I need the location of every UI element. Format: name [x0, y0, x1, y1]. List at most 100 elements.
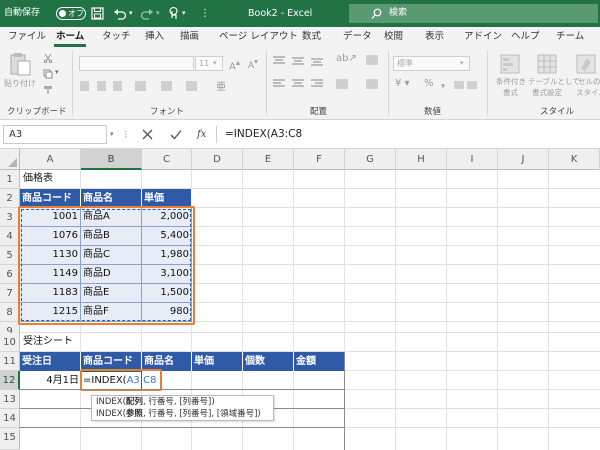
- tab-addins[interactable]: アドイン: [464, 27, 502, 47]
- comma-icon[interactable]: ❟: [441, 78, 445, 89]
- row-header-13[interactable]: 13: [0, 390, 20, 409]
- fill-color-icon[interactable]: [161, 81, 172, 91]
- row-header-12[interactable]: 12: [0, 371, 20, 390]
- cell-styles-icon[interactable]: [576, 54, 596, 74]
- row-header-1[interactable]: 1: [0, 170, 20, 189]
- indent-icon[interactable]: [336, 79, 348, 89]
- tab-formulas[interactable]: 数式: [302, 27, 321, 47]
- column-header-f[interactable]: F: [294, 149, 345, 170]
- tab-view[interactable]: 表示: [425, 27, 444, 47]
- ribbon-separator: [72, 51, 73, 115]
- tab-page-layout[interactable]: ページ レイアウト: [219, 27, 298, 47]
- format-as-table-icon[interactable]: [537, 54, 557, 74]
- touch-dropdown-icon[interactable]: ▾: [182, 0, 186, 27]
- column-header-c[interactable]: C: [142, 149, 192, 170]
- font-color-icon[interactable]: [186, 81, 197, 91]
- order-date-cell[interactable]: 4月1日: [20, 371, 81, 390]
- formula-highlight: [80, 369, 162, 391]
- row-header-3[interactable]: 3: [0, 208, 20, 227]
- order-header-qty[interactable]: 個数: [243, 352, 294, 371]
- worksheet-grid[interactable]: A B C D E F G H I J K 1 2 3 4 5 6 7 8 9 …: [0, 149, 600, 450]
- tab-file[interactable]: ファイル: [8, 27, 46, 47]
- column-header-h[interactable]: H: [396, 149, 447, 170]
- name-box[interactable]: A3: [3, 125, 107, 144]
- copy-dropdown-icon[interactable]: ▾: [55, 68, 59, 76]
- row-header-5[interactable]: 5: [0, 246, 20, 265]
- underline-icon[interactable]: [113, 81, 122, 91]
- order-header-price[interactable]: 単価: [192, 352, 243, 371]
- save-icon[interactable]: [91, 7, 104, 20]
- row-header-11[interactable]: 11: [0, 352, 20, 371]
- number-format-combo[interactable]: 標準 ▾: [393, 56, 470, 71]
- order-table-border: [20, 427, 345, 428]
- copy-icon[interactable]: [43, 69, 53, 79]
- column-header-e[interactable]: E: [243, 149, 294, 170]
- tab-insert[interactable]: 挿入: [145, 27, 164, 47]
- font-size-combo[interactable]: 11 ▾: [195, 56, 223, 71]
- column-header-g[interactable]: G: [345, 149, 396, 170]
- merge-center-icon[interactable]: [366, 79, 378, 89]
- search-box[interactable]: 検索: [349, 4, 598, 23]
- undo-dropdown-icon[interactable]: ▾: [129, 0, 133, 27]
- autosave-toggle[interactable]: オフ: [56, 7, 86, 20]
- decrease-decimal-icon[interactable]: [467, 81, 477, 89]
- enter-check-icon[interactable]: [170, 129, 182, 140]
- formula-input[interactable]: =INDEX(A3:C8: [225, 120, 302, 149]
- row-header-10[interactable]: 10: [0, 333, 20, 352]
- column-header-d[interactable]: D: [192, 149, 243, 170]
- price-table-title[interactable]: 価格表: [21, 170, 55, 188]
- phonetic-guide-icon[interactable]: 亜: [216, 78, 226, 93]
- column-header-i[interactable]: I: [447, 149, 498, 170]
- row-header-8[interactable]: 8: [0, 303, 20, 322]
- insert-function-icon[interactable]: fx: [197, 120, 206, 149]
- cell-styles-label-2: スタイル: [576, 88, 600, 97]
- order-header-amount[interactable]: 金額: [294, 352, 345, 371]
- italic-icon[interactable]: [97, 81, 106, 91]
- touch-mode-icon[interactable]: [167, 6, 180, 21]
- name-box-dropdown-icon[interactable]: ▾: [110, 120, 114, 149]
- bold-icon[interactable]: [80, 81, 89, 91]
- tab-data[interactable]: データ: [343, 27, 372, 47]
- row-header-15[interactable]: 15: [0, 428, 20, 450]
- borders-icon[interactable]: [135, 81, 146, 91]
- tab-draw[interactable]: 描画: [180, 27, 199, 47]
- order-header-date[interactable]: 受注日: [20, 352, 81, 371]
- redo-icon[interactable]: [140, 7, 154, 20]
- cancel-icon[interactable]: [142, 129, 153, 140]
- tab-team[interactable]: チーム: [556, 27, 584, 47]
- conditional-format-icon[interactable]: [500, 54, 520, 74]
- select-all-corner[interactable]: [0, 149, 20, 170]
- order-sheet-title[interactable]: 受注シート: [21, 333, 75, 351]
- font-name-combo[interactable]: [79, 56, 194, 71]
- percent-icon[interactable]: %: [424, 78, 434, 89]
- column-header-j[interactable]: J: [498, 149, 549, 170]
- column-header-b[interactable]: B: [81, 149, 142, 170]
- row-header-6[interactable]: 6: [0, 265, 20, 284]
- format-painter-icon[interactable]: [43, 85, 53, 95]
- decrease-font-icon[interactable]: A▾: [248, 57, 258, 71]
- increase-font-icon[interactable]: A▴: [229, 57, 240, 72]
- row-header-7[interactable]: 7: [0, 284, 20, 303]
- customize-quick-access-icon[interactable]: ⋮: [200, 0, 210, 27]
- paste-icon[interactable]: [8, 51, 32, 77]
- column-header-a[interactable]: A: [20, 149, 81, 170]
- undo-icon[interactable]: [113, 7, 127, 20]
- column-header-k[interactable]: K: [549, 149, 600, 170]
- cut-icon[interactable]: [43, 53, 53, 63]
- row-header-4[interactable]: 4: [0, 227, 20, 246]
- wrap-text-icon[interactable]: [366, 55, 378, 65]
- cell-styles-label-1: セルの: [578, 77, 600, 86]
- horizontal-align-icons[interactable]: [272, 78, 328, 90]
- orientation-icon[interactable]: ab↗: [336, 53, 357, 64]
- tooltip-line-1[interactable]: INDEX(配列, 行番号, [列番号]): [96, 397, 269, 409]
- increase-decimal-icon[interactable]: [454, 81, 464, 89]
- tooltip-line-2[interactable]: INDEX(参照, 行番号, [列番号], [領域番号]): [96, 409, 269, 421]
- tab-review[interactable]: 校閲: [384, 27, 403, 47]
- row-header-2[interactable]: 2: [0, 189, 20, 208]
- vertical-align-icons[interactable]: [272, 55, 328, 67]
- tab-touch[interactable]: タッチ: [102, 27, 131, 47]
- tab-help[interactable]: ヘルプ: [511, 27, 540, 47]
- redo-dropdown-icon[interactable]: ▾: [156, 0, 160, 27]
- currency-icon[interactable]: ¥ ▾: [395, 78, 410, 89]
- row-header-14[interactable]: 14: [0, 409, 20, 428]
